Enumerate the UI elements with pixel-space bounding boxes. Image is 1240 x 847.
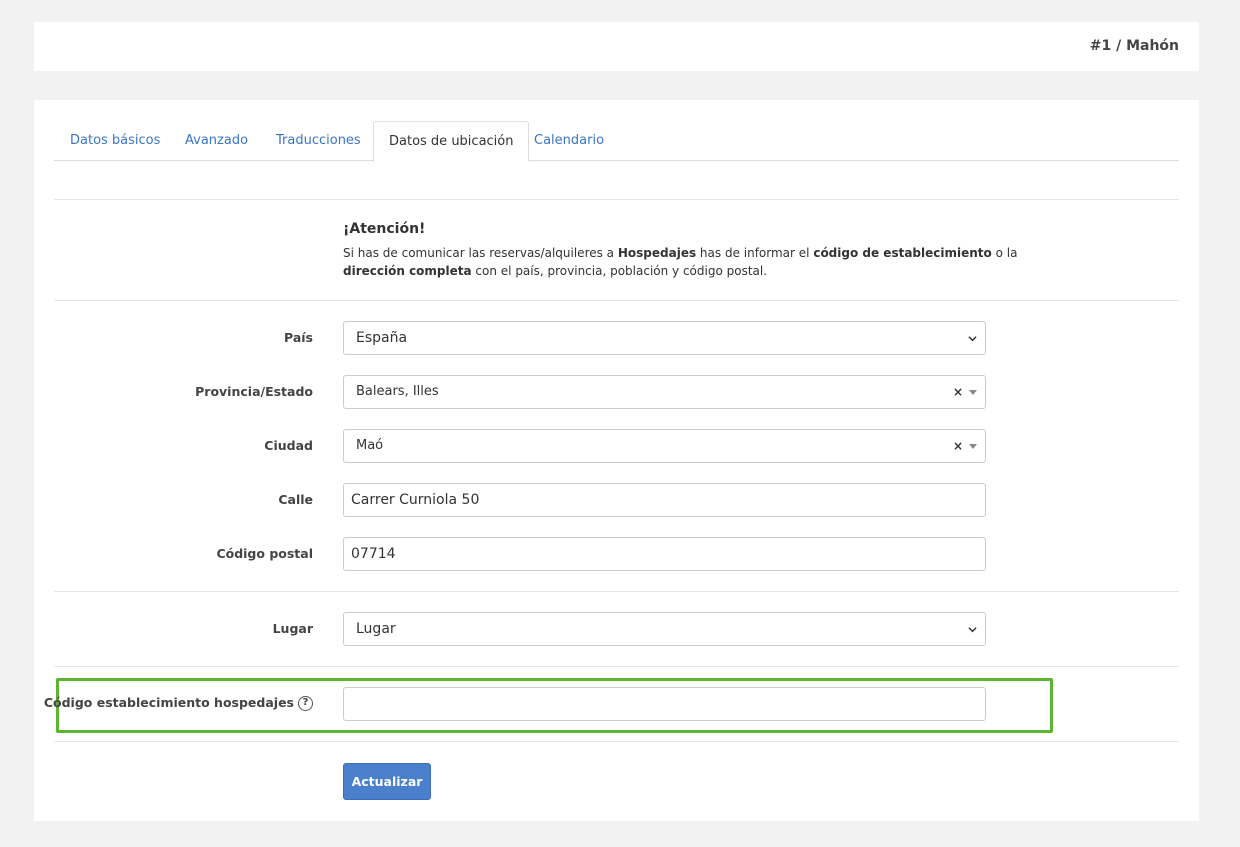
chevron-down-icon [968,627,977,633]
attention-title: ¡Atención! [343,221,426,237]
lugar-label: Lugar [272,621,313,636]
divider [54,591,1179,592]
calle-label: Calle [278,492,313,507]
chevron-down-icon [968,336,977,342]
main-card: Datos básicos Avanzado Traducciones Dato… [34,100,1199,821]
codigo-establecimiento-input[interactable] [343,687,986,721]
header-card: #1 / Mahón [34,22,1199,71]
tab-bar: Datos básicos Avanzado Traducciones Dato… [54,121,1179,162]
provincia-select[interactable]: Balears, Illes × [343,375,986,409]
caret-down-icon[interactable] [969,444,977,449]
attention-text: Si has de comunicar las reservas/alquile… [343,246,1018,278]
tab-datos-ubicacion[interactable]: Datos de ubicación [373,121,530,162]
ciudad-select[interactable]: Maó × [343,429,986,463]
caret-down-icon[interactable] [969,390,977,395]
clear-icon[interactable]: × [953,376,963,408]
pais-select[interactable]: España [343,321,986,355]
ciudad-value: Maó [356,438,384,453]
tab-datos-basicos[interactable]: Datos básicos [70,121,160,161]
codigo-postal-input[interactable]: 07714 [343,537,986,571]
divider [54,199,1179,200]
provincia-value: Balears, Illes [356,384,439,399]
calle-input[interactable]: Carrer Curniola 50 [343,483,986,517]
pais-label: País [284,330,313,345]
tab-avanzado[interactable]: Avanzado [185,121,248,161]
tab-calendario[interactable]: Calendario [534,121,604,161]
tab-traducciones[interactable]: Traducciones [276,121,361,161]
breadcrumb: #1 / Mahón [1089,38,1179,54]
divider [54,666,1179,667]
lugar-select[interactable]: Lugar [343,612,986,646]
codigo-postal-label: Código postal [216,546,313,561]
pais-value: España [356,330,408,346]
provincia-label: Provincia/Estado [195,384,313,399]
ciudad-label: Ciudad [264,438,313,453]
clear-icon[interactable]: × [953,430,963,462]
divider [54,741,1179,742]
divider [54,300,1179,301]
actualizar-button[interactable]: Actualizar [343,763,431,800]
help-icon[interactable]: ? [298,696,313,711]
codigo-establecimiento-label: Código establecimiento hospedajes? [44,695,313,711]
lugar-value: Lugar [356,621,396,637]
